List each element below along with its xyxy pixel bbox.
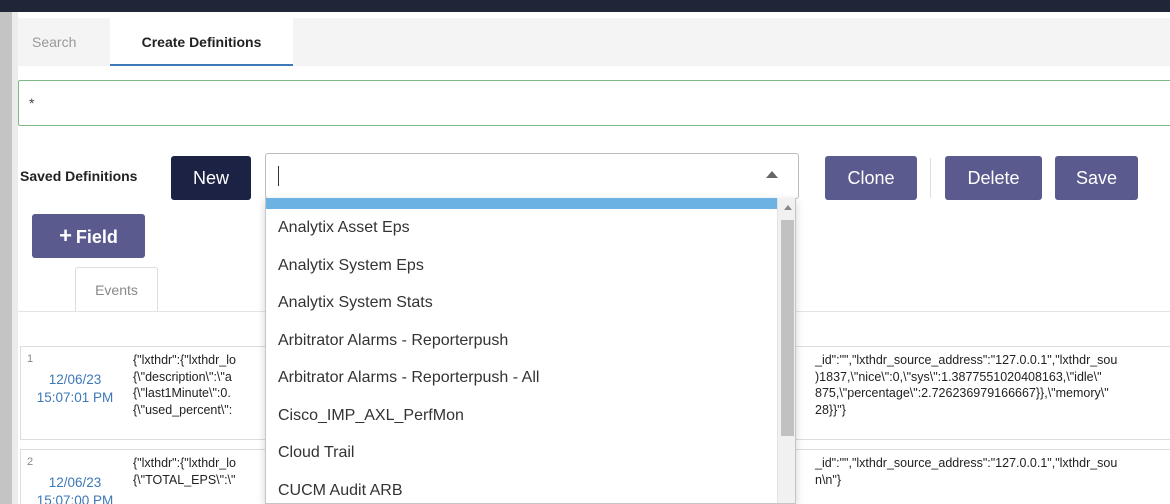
row-raw-line: n\n"}	[815, 472, 841, 487]
tab-create-definitions[interactable]: Create Definitions	[110, 18, 293, 66]
row-raw-line: 28}}"}	[815, 402, 846, 417]
row-time: 15:07:01 PM	[36, 390, 114, 405]
row-time: 15:07:00 PM	[36, 493, 114, 504]
clone-button[interactable]: Clone	[825, 156, 917, 200]
row-raw-text-continued: _id":"","lxthdr_source_address":"127.0.0…	[815, 352, 1117, 418]
row-raw-text-continued: _id":"","lxthdr_source_address":"127.0.0…	[815, 455, 1117, 488]
caret-up-icon[interactable]	[766, 171, 778, 178]
definitions-dropdown[interactable]: Analytix Asset Eps Analytix System Eps A…	[265, 198, 796, 504]
delete-button[interactable]: Delete	[945, 156, 1042, 200]
window-top-bar	[0, 0, 1170, 12]
row-date: 12/06/23	[48, 372, 102, 387]
row-raw-line: {"lxthdr":{"lxthdr_lo	[133, 353, 236, 367]
scroll-up-icon[interactable]	[784, 205, 792, 210]
dropdown-option[interactable]: Arbitrator Alarms - Reporterpush - All	[266, 359, 777, 397]
row-raw-line: {\"used_percent\":	[133, 402, 233, 417]
row-timestamp[interactable]: 12/06/23 15:07:00 PM	[21, 474, 129, 504]
add-field-label: Field	[75, 227, 118, 247]
new-button[interactable]: New	[171, 156, 251, 200]
row-raw-line: _id":"","lxthdr_source_address":"127.0.0…	[815, 456, 1118, 470]
row-raw-text: {"lxthdr":{"lxthdr_lo {\"description\":\…	[133, 352, 236, 418]
saved-definitions-label: Saved Definitions	[20, 168, 138, 184]
dropdown-option[interactable]: Analytix System Eps	[266, 247, 777, 285]
row-date: 12/06/23	[48, 475, 102, 490]
button-divider	[930, 158, 931, 198]
dropdown-option[interactable]: Cisco_IMP_AXL_PerfMon	[266, 397, 777, 435]
plus-icon: +	[59, 223, 72, 248]
tab-events[interactable]: Events	[75, 267, 158, 311]
row-raw-line: {\"TOTAL_EPS\":\"	[133, 472, 236, 487]
tab-bar: Search Create Definitions	[18, 18, 1170, 66]
tab-search[interactable]: Search	[32, 18, 76, 66]
scrollbar-thumb[interactable]	[781, 220, 794, 436]
save-button[interactable]: Save	[1055, 156, 1138, 200]
add-field-button[interactable]: + Field	[32, 214, 145, 258]
row-number: 1	[27, 353, 34, 365]
dropdown-scrollbar[interactable]	[777, 198, 795, 503]
row-raw-line: {\"description\":\"a	[133, 369, 232, 384]
row-raw-line: 875,\"percentage\":2.726236979166667}},\…	[815, 386, 1109, 400]
saved-definitions-select[interactable]	[265, 153, 799, 199]
row-raw-line: {\"last1Minute\":0.	[133, 386, 231, 400]
dropdown-option[interactable]: CUCM Audit ARB	[266, 472, 777, 504]
row-raw-line: {"lxthdr":{"lxthdr_lo	[133, 456, 236, 470]
row-number: 2	[27, 456, 34, 468]
text-caret	[278, 166, 279, 186]
dropdown-option[interactable]: Analytix Asset Eps	[266, 209, 777, 247]
dropdown-option[interactable]: Analytix System Stats	[266, 284, 777, 322]
window-left-frame	[0, 12, 12, 504]
query-input[interactable]: *	[18, 80, 1170, 126]
dropdown-list: Analytix Asset Eps Analytix System Eps A…	[266, 209, 777, 504]
row-raw-line: )1837,\"nice\":0,\"sys\":1.3877551020408…	[815, 369, 1102, 384]
row-raw-line: _id":"","lxthdr_source_address":"127.0.0…	[815, 353, 1118, 367]
dropdown-option[interactable]: Arbitrator Alarms - Reporterpush	[266, 322, 777, 360]
dropdown-highlighted-option[interactable]	[266, 198, 777, 209]
row-timestamp[interactable]: 12/06/23 15:07:01 PM	[21, 371, 129, 407]
row-raw-text: {"lxthdr":{"lxthdr_lo {\"TOTAL_EPS\":\"	[133, 455, 236, 488]
dropdown-option[interactable]: Cloud Trail	[266, 434, 777, 472]
